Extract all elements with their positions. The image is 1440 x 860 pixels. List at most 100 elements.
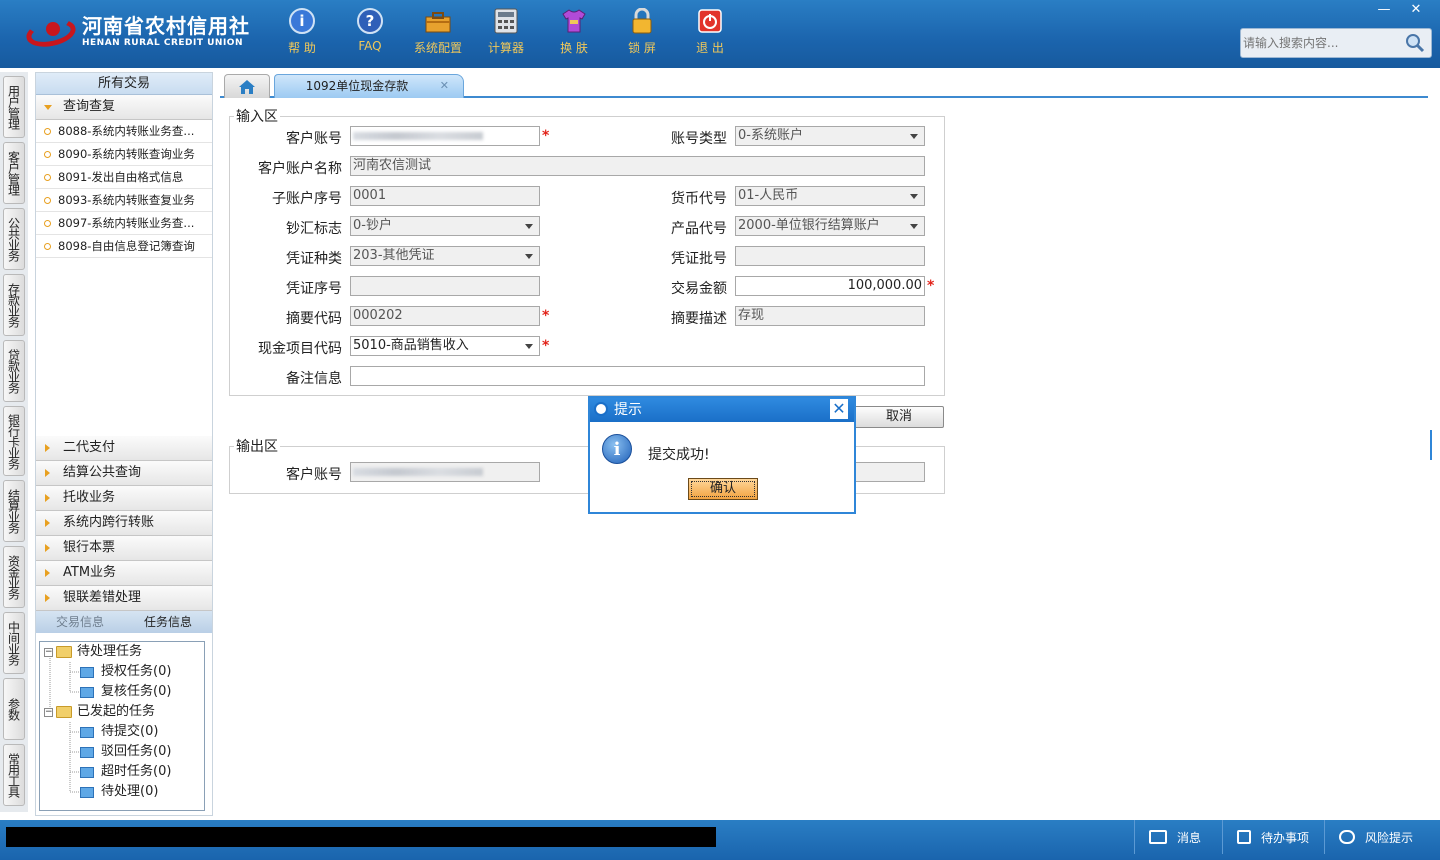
- chevron-right-icon: [45, 469, 50, 477]
- bullet-icon: [44, 243, 51, 250]
- vnav-public-business[interactable]: 公共业务: [3, 208, 25, 270]
- voucher-seq-label: 凭证序号: [286, 281, 342, 297]
- sidebar-header: 所有交易: [36, 73, 212, 95]
- input-area-legend: 输入区: [236, 109, 278, 125]
- collapse-panel-handle[interactable]: [1430, 430, 1438, 460]
- tab-cash-deposit[interactable]: 1092单位现金存款 ✕: [274, 74, 464, 98]
- bullet-icon: [44, 197, 51, 204]
- tree-node-pending-tasks[interactable]: − 待处理任务: [44, 642, 142, 662]
- group-bank-draft[interactable]: 银行本票: [36, 536, 212, 561]
- group-collection[interactable]: 托收业务: [36, 486, 212, 511]
- cancel-button[interactable]: 取消: [854, 406, 944, 428]
- list-item[interactable]: 8091-发出自由格式信息: [36, 166, 212, 189]
- exit-button[interactable]: 退 出: [676, 6, 744, 56]
- lock-screen-button[interactable]: 锁 屏: [608, 6, 676, 56]
- out-account-label: 客户账号: [286, 467, 342, 483]
- vnav-fund-business[interactable]: 资金业务: [3, 546, 25, 608]
- tab-task-info[interactable]: 任务信息: [124, 611, 212, 633]
- tree-node-launched-tasks[interactable]: − 已发起的任务: [44, 702, 155, 722]
- masked-account-value: [353, 468, 483, 476]
- dialog-message: 提交成功!: [648, 447, 710, 463]
- search-input[interactable]: [1243, 33, 1403, 53]
- chevron-right-icon: [45, 494, 50, 502]
- currency-select[interactable]: 01-人民币: [735, 186, 925, 206]
- acct-type-select[interactable]: 0-系统账户: [735, 126, 925, 146]
- dialog-title: 提示: [614, 402, 642, 418]
- folder-icon: [56, 706, 72, 718]
- cust-name-input[interactable]: 河南农信测试: [350, 156, 925, 176]
- faq-icon: ?: [355, 6, 385, 36]
- list-item[interactable]: 8098-自由信息登记簿查询: [36, 235, 212, 258]
- search-icon[interactable]: [1405, 33, 1425, 53]
- transaction-sidebar: 所有交易 查询查复 8088-系统内转账业务查... 8090-系统内转账查询业…: [35, 72, 213, 816]
- voucher-batch-input[interactable]: [735, 246, 925, 266]
- vnav-settlement-business[interactable]: 结算业务: [3, 480, 25, 542]
- list-item[interactable]: 8093-系统内转账查复业务: [36, 189, 212, 212]
- chevron-right-icon: [45, 444, 50, 452]
- remark-input[interactable]: [350, 366, 925, 386]
- confirm-button[interactable]: 确认: [688, 478, 758, 500]
- close-tab-icon[interactable]: ✕: [440, 75, 449, 97]
- group-settlement-query[interactable]: 结算公共查询: [36, 461, 212, 486]
- cust-account-input[interactable]: [350, 126, 540, 146]
- tree-node-review-tasks[interactable]: 复核任务(0): [80, 682, 171, 702]
- vnav-user-management[interactable]: 用户管理: [3, 76, 25, 138]
- output-area-legend: 输出区: [236, 439, 278, 455]
- chat-bubble-icon: [1339, 830, 1355, 844]
- minimize-button[interactable]: —: [1368, 0, 1400, 18]
- change-skin-button[interactable]: 换 肤: [540, 6, 608, 56]
- todo-button[interactable]: 待办事项: [1222, 820, 1324, 854]
- vnav-deposit-business[interactable]: 存款业务: [3, 274, 25, 336]
- cash-flag-select[interactable]: 0-钞户: [350, 216, 540, 236]
- tab-home[interactable]: [224, 74, 270, 98]
- collapse-icon[interactable]: −: [44, 707, 53, 717]
- voucher-type-select[interactable]: 203-其他凭证: [350, 246, 540, 266]
- messages-button[interactable]: 消息: [1134, 820, 1222, 854]
- group-second-gen-payment[interactable]: 二代支付: [36, 436, 212, 461]
- list-item[interactable]: 8097-系统内转账业务查...: [36, 212, 212, 235]
- group-unionpay-error[interactable]: 银联差错处理: [36, 586, 212, 611]
- sub-acct-input[interactable]: 0001: [350, 186, 540, 206]
- cust-account-label: 客户账号: [286, 131, 342, 147]
- bullet-icon: [44, 128, 51, 135]
- cust-name-label: 客户账户名称: [258, 161, 342, 177]
- calculator-button[interactable]: 计算器: [472, 6, 540, 56]
- group-inter-bank-transfer[interactable]: 系统内跨行转账: [36, 511, 212, 536]
- vnav-intermediate-business[interactable]: 中间业务: [3, 612, 25, 674]
- product-select[interactable]: 2000-单位银行结算账户: [735, 216, 925, 236]
- collapse-icon[interactable]: −: [44, 647, 53, 657]
- amount-input[interactable]: 100,000.00: [735, 276, 925, 296]
- group-atm[interactable]: ATM业务: [36, 561, 212, 586]
- risk-alert-button[interactable]: 风险提示: [1324, 820, 1440, 854]
- task-icon: [80, 666, 94, 678]
- vnav-customer-management[interactable]: 客户管理: [3, 142, 25, 204]
- tree-node-timeout[interactable]: 超时任务(0): [80, 762, 171, 782]
- group-query-reply[interactable]: 查询查复: [36, 95, 212, 120]
- status-bar: 消息 待办事项 风险提示: [0, 820, 1440, 860]
- out-account-input[interactable]: [350, 462, 540, 482]
- tree-node-rejected[interactable]: 驳回任务(0): [80, 742, 171, 762]
- lock-icon: [627, 6, 657, 36]
- summary-desc-input[interactable]: 存现: [735, 306, 925, 326]
- tab-transaction-info[interactable]: 交易信息: [36, 611, 124, 633]
- summary-code-input[interactable]: 000202: [350, 306, 540, 326]
- tree-node-to-process[interactable]: 待处理(0): [80, 782, 158, 802]
- close-window-button[interactable]: ✕: [1400, 0, 1432, 18]
- vnav-loan-business[interactable]: 贷款业务: [3, 340, 25, 402]
- help-button[interactable]: i 帮 助: [268, 6, 336, 56]
- tree-node-to-submit[interactable]: 待提交(0): [80, 722, 158, 742]
- cash-item-select[interactable]: 5010-商品销售收入: [350, 336, 540, 356]
- dialog-close-button[interactable]: ✕: [830, 399, 848, 419]
- list-item[interactable]: 8088-系统内转账业务查...: [36, 120, 212, 143]
- faq-button[interactable]: ? FAQ: [336, 6, 404, 56]
- system-config-button[interactable]: 系统配置: [404, 6, 472, 56]
- vnav-card-business[interactable]: 银行卡业务: [3, 406, 25, 476]
- tree-node-auth-tasks[interactable]: 授权任务(0): [80, 662, 171, 682]
- list-item[interactable]: 8090-系统内转账查询业务: [36, 143, 212, 166]
- chevron-right-icon: [45, 544, 50, 552]
- required-mark: *: [542, 338, 550, 354]
- calculator-icon: [491, 6, 521, 36]
- vnav-parameters[interactable]: 参数: [3, 678, 25, 740]
- vnav-common-tools[interactable]: 常用工具: [3, 744, 25, 806]
- voucher-seq-input[interactable]: [350, 276, 540, 296]
